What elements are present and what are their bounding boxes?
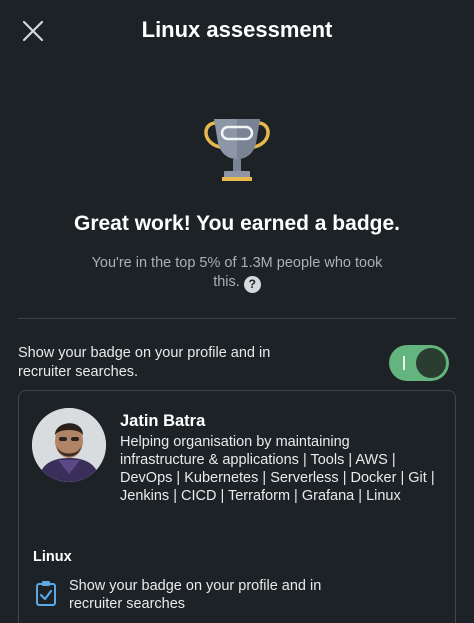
page-title: Linux assessment [141,17,333,42]
skill-name: Linux [33,549,72,565]
header: Linux assessment [0,0,474,62]
help-icon[interactable]: ? [243,276,261,293]
percentile-label: You're in the top 5% of 1.3M people who … [91,255,383,290]
trophy-icon [204,119,270,181]
divider [18,318,456,319]
profile-headline: Helping organisation by maintaining infr… [120,434,435,504]
profile-preview-card: Jatin Batra Helping organisation by main… [18,390,456,623]
toggle-knob [416,348,446,378]
clipboard-check-icon [36,581,56,606]
profile-name: Jatin Batra [120,412,206,430]
toggle-on-indicator [403,356,405,370]
badge-toggle-label: Show your badge on your profile and in r… [18,345,271,380]
percentile-text: You're in the top 5% of 1.3M people who … [80,254,394,293]
badge-toggle[interactable] [389,345,449,381]
avatar [32,408,106,482]
success-headline: Great work! You earned a badge. [74,212,400,235]
badge-note: Show your badge on your profile and in r… [69,578,322,612]
